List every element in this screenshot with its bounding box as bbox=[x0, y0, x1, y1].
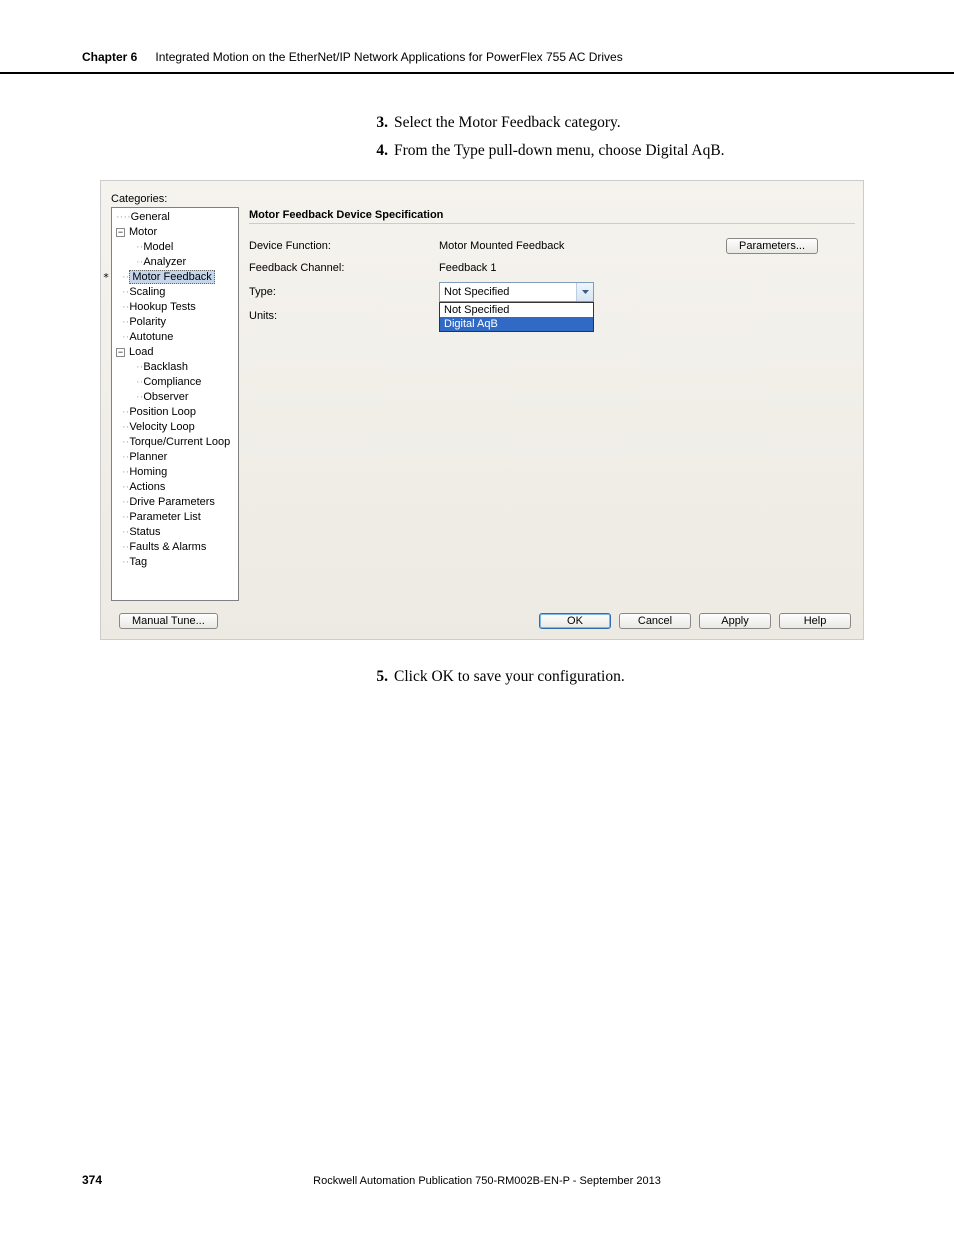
tree-item-observer[interactable]: ··Observer bbox=[112, 390, 238, 405]
categories-tree[interactable]: ····General −Motor ··Model ··Analyzer ··… bbox=[111, 207, 239, 601]
tree-item-motor[interactable]: −Motor bbox=[112, 225, 238, 240]
cancel-button[interactable]: Cancel bbox=[619, 613, 691, 629]
dialog-screenshot: Categories: * ····General −Motor ··Model… bbox=[100, 180, 864, 640]
step-5: 5. Click OK to save your configuration. bbox=[370, 668, 954, 686]
tree-item-homing[interactable]: ··Homing bbox=[112, 465, 238, 480]
categories-label: Categories: bbox=[101, 181, 863, 207]
feedback-channel-value: Feedback 1 bbox=[439, 262, 639, 274]
page-header: Chapter 6 Integrated Motion on the Ether… bbox=[0, 0, 954, 74]
step-text: From the Type pull-down menu, choose Dig… bbox=[394, 142, 725, 160]
tree-item-load[interactable]: −Load bbox=[112, 345, 238, 360]
type-combo-value: Not Specified bbox=[440, 286, 576, 298]
tree-item-tag[interactable]: ··Tag bbox=[112, 555, 238, 570]
tree-item-velocity-loop[interactable]: ··Velocity Loop bbox=[112, 420, 238, 435]
tree-item-status[interactable]: ··Status bbox=[112, 525, 238, 540]
type-label: Type: bbox=[249, 286, 439, 298]
type-option-not-specified[interactable]: Not Specified bbox=[440, 303, 593, 317]
tree-item-model[interactable]: ··Model bbox=[112, 240, 238, 255]
apply-button[interactable]: Apply bbox=[699, 613, 771, 629]
tree-item-faults[interactable]: ··Faults & Alarms bbox=[112, 540, 238, 555]
tree-item-general[interactable]: ····General bbox=[112, 210, 238, 225]
body-text: 3. Select the Motor Feedback category. 4… bbox=[0, 74, 954, 686]
step-3: 3. Select the Motor Feedback category. bbox=[370, 114, 954, 132]
collapse-icon[interactable]: − bbox=[116, 348, 125, 357]
chapter-label: Chapter 6 bbox=[82, 50, 137, 64]
page-footer: 374 Rockwell Automation Publication 750-… bbox=[0, 1173, 954, 1187]
help-button[interactable]: Help bbox=[779, 613, 851, 629]
step-number: 5. bbox=[370, 668, 388, 686]
tree-item-motor-feedback[interactable]: ··Motor Feedback bbox=[112, 270, 238, 285]
tree-item-parameter-list[interactable]: ··Parameter List bbox=[112, 510, 238, 525]
manual-tune-button[interactable]: Manual Tune... bbox=[119, 613, 218, 629]
tree-item-planner[interactable]: ··Planner bbox=[112, 450, 238, 465]
step-text: Click OK to save your configuration. bbox=[394, 668, 625, 686]
tree-item-scaling[interactable]: ··Scaling bbox=[112, 285, 238, 300]
step-number: 4. bbox=[370, 142, 388, 160]
modified-indicator: * bbox=[101, 269, 111, 284]
tree-item-hookup-tests[interactable]: ··Hookup Tests bbox=[112, 300, 238, 315]
collapse-icon[interactable]: − bbox=[116, 228, 125, 237]
publication-info: Rockwell Automation Publication 750-RM00… bbox=[102, 1175, 872, 1187]
tree-item-actions[interactable]: ··Actions bbox=[112, 480, 238, 495]
tree-item-drive-parameters[interactable]: ··Drive Parameters bbox=[112, 495, 238, 510]
type-option-digital-aqb[interactable]: Digital AqB bbox=[440, 317, 593, 331]
device-function-label: Device Function: bbox=[249, 240, 439, 252]
chevron-down-icon[interactable] bbox=[576, 283, 593, 301]
step-4: 4. From the Type pull-down menu, choose … bbox=[370, 142, 954, 160]
step-number: 3. bbox=[370, 114, 388, 132]
tree-item-torque-loop[interactable]: ··Torque/Current Loop bbox=[112, 435, 238, 450]
units-label: Units: bbox=[249, 310, 439, 322]
type-dropdown[interactable]: Not Specified Digital AqB bbox=[439, 302, 594, 332]
ok-button[interactable]: OK bbox=[539, 613, 611, 629]
tree-item-polarity[interactable]: ··Polarity bbox=[112, 315, 238, 330]
device-function-value: Motor Mounted Feedback bbox=[439, 240, 639, 252]
type-combo[interactable]: Not Specified Not Specified Digital AqB bbox=[439, 282, 594, 302]
page-number: 374 bbox=[82, 1173, 102, 1187]
tree-item-backlash[interactable]: ··Backlash bbox=[112, 360, 238, 375]
feedback-channel-label: Feedback Channel: bbox=[249, 262, 439, 274]
tree-item-autotune[interactable]: ··Autotune bbox=[112, 330, 238, 345]
chapter-title: Integrated Motion on the EtherNet/IP Net… bbox=[155, 50, 622, 64]
tree-item-position-loop[interactable]: ··Position Loop bbox=[112, 405, 238, 420]
tree-item-compliance[interactable]: ··Compliance bbox=[112, 375, 238, 390]
group-title: Motor Feedback Device Specification bbox=[249, 207, 855, 224]
parameters-button[interactable]: Parameters... bbox=[726, 238, 818, 254]
step-text: Select the Motor Feedback category. bbox=[394, 114, 621, 132]
tree-item-analyzer[interactable]: ··Analyzer bbox=[112, 255, 238, 270]
